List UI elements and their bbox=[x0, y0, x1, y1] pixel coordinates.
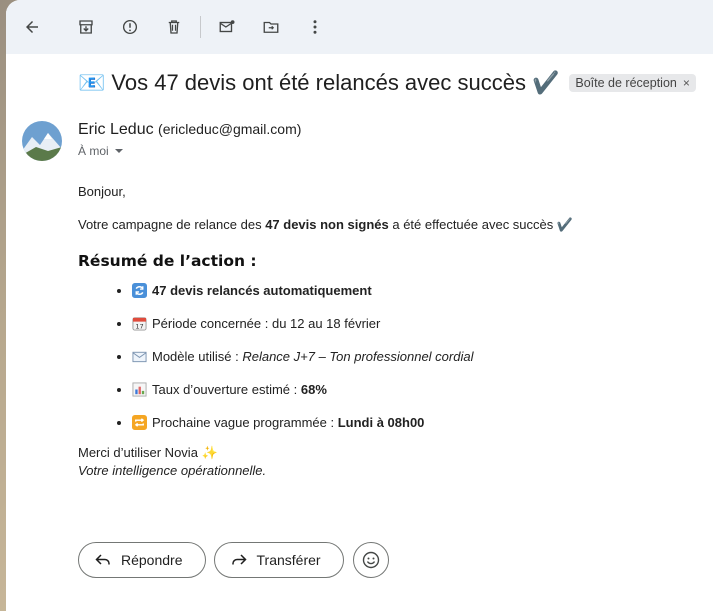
smiley-icon bbox=[362, 551, 379, 569]
repeat-emoji-icon bbox=[132, 415, 147, 430]
tagline-text: Votre intelligence opérationnelle. bbox=[78, 463, 267, 478]
reply-label: Répondre bbox=[121, 552, 183, 568]
emoji-reaction-button[interactable] bbox=[352, 542, 389, 578]
intro-paragraph: Votre campagne de relance des 47 devis n… bbox=[78, 216, 678, 234]
reply-actions: Répondre Transférer bbox=[78, 542, 389, 578]
item3-italic: Relance J+7 – Ton professionnel cordial bbox=[242, 349, 474, 364]
item5-bold: Lundi à 08h00 bbox=[337, 415, 425, 430]
envelope-emoji-icon bbox=[132, 351, 147, 363]
remove-label-button[interactable]: × bbox=[683, 76, 690, 90]
item5-prefix: Prochaine vague programmée : bbox=[152, 415, 338, 430]
chevron-down-icon bbox=[114, 149, 123, 153]
refresh-emoji-icon bbox=[132, 283, 147, 298]
back-arrow-icon[interactable] bbox=[20, 15, 44, 39]
sender-block: Eric Leduc (ericleduc@gmail.com) À moi bbox=[78, 121, 301, 158]
subject-emoji: 📧 bbox=[78, 70, 106, 95]
avatar[interactable] bbox=[22, 121, 62, 161]
mark-unread-icon[interactable] bbox=[215, 15, 239, 39]
reply-button[interactable]: Répondre bbox=[78, 542, 206, 578]
item3-prefix: Modèle utilisé : bbox=[152, 349, 243, 364]
label-badge: Boîte de réception × bbox=[569, 74, 696, 92]
thanks-text: Merci d’utiliser Novia bbox=[78, 445, 198, 460]
calendar-emoji-icon: 17 bbox=[132, 317, 147, 331]
forward-label: Transférer bbox=[256, 552, 321, 568]
delete-icon[interactable] bbox=[162, 15, 186, 39]
toolbar-divider bbox=[200, 16, 201, 38]
bar-chart-emoji-icon bbox=[132, 382, 147, 397]
list-item: 47 devis relancés automatiquement bbox=[132, 282, 678, 300]
recipient-toggle[interactable]: À moi bbox=[78, 144, 301, 158]
intro-bold: 47 devis non signés bbox=[265, 217, 389, 232]
subject-check-icon: ✔️ bbox=[531, 70, 560, 95]
email-window: 📧 Vos 47 devis ont été relancés avec suc… bbox=[6, 0, 713, 611]
sender-name[interactable]: Eric Leduc bbox=[78, 121, 154, 138]
item4-prefix: Taux d’ouverture estimé : bbox=[152, 382, 301, 397]
list-item: 17 Période concernée : du 12 au 18 févrie… bbox=[132, 315, 678, 333]
greeting: Bonjour, bbox=[78, 184, 126, 199]
subject-row: 📧 Vos 47 devis ont été relancés avec suc… bbox=[78, 70, 696, 96]
list-item: Taux d’ouverture estimé : 68% bbox=[132, 381, 678, 399]
summary-heading: Résumé de l’action : bbox=[78, 252, 257, 270]
sparkles-icon: ✨ bbox=[201, 445, 218, 460]
item2-text: Période concernée : du 12 au 18 février bbox=[152, 316, 381, 331]
summary-list: 47 devis relancés automatiquement 17 Péri… bbox=[78, 282, 678, 432]
email-body: Bonjour, Votre campagne de relance des 4… bbox=[78, 183, 678, 480]
list-item: Prochaine vague programmée : Lundi à 08h… bbox=[132, 414, 678, 432]
email-subject: Vos 47 devis ont été relancés avec succè… bbox=[111, 70, 526, 95]
reply-icon bbox=[95, 554, 110, 565]
check-icon: ✔️ bbox=[556, 217, 574, 232]
intro-prefix: Votre campagne de relance des bbox=[78, 217, 266, 232]
move-to-icon[interactable] bbox=[259, 15, 283, 39]
forward-icon bbox=[231, 554, 247, 565]
item1-text: 47 devis relancés automatiquement bbox=[152, 283, 372, 298]
archive-icon[interactable] bbox=[74, 15, 98, 39]
toolbar bbox=[6, 0, 713, 54]
svg-text:17: 17 bbox=[135, 323, 143, 331]
forward-button[interactable]: Transférer bbox=[213, 542, 344, 578]
sender-email: (ericleduc@gmail.com) bbox=[158, 121, 302, 137]
tagline: Votre intelligence opérationnelle. bbox=[78, 462, 678, 480]
intro-suffix: a été effectuée avec succès bbox=[388, 217, 557, 232]
thanks-line: Merci d’utiliser Novia ✨ bbox=[78, 444, 678, 462]
report-spam-icon[interactable] bbox=[118, 15, 142, 39]
recipient-label: À moi bbox=[78, 144, 109, 158]
label-badge-text: Boîte de réception bbox=[575, 76, 677, 90]
item4-bold: 68% bbox=[300, 382, 327, 397]
more-vert-icon[interactable] bbox=[303, 15, 327, 39]
list-item: Modèle utilisé : Relance J+7 – Ton profe… bbox=[132, 348, 678, 366]
